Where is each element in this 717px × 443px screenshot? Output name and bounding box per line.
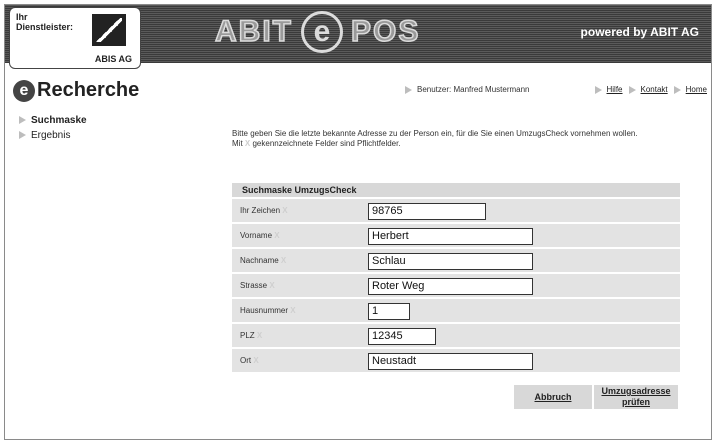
- required-icon: X: [253, 356, 259, 365]
- required-icon: X: [282, 206, 288, 215]
- form-row-ort: Ort X: [232, 349, 680, 372]
- arrow-icon: [628, 85, 636, 94]
- app-e-icon: e: [13, 79, 35, 102]
- arrow-icon: [594, 85, 602, 94]
- required-icon: X: [244, 139, 251, 148]
- powered-by: powered by ABIT AG: [580, 25, 699, 39]
- check-address-label-1: Umzugsadresse: [601, 386, 671, 396]
- form-actions: Abbruch Umzugsadresse prüfen: [514, 385, 678, 409]
- required-hint-pre: Mit: [232, 139, 243, 148]
- field-label-wrap: Nachname X: [232, 256, 362, 265]
- brand-left: ABIT: [214, 14, 293, 49]
- contact-link[interactable]: Kontakt: [641, 85, 668, 94]
- required-hint: Mit X gekennzeichnete Felder sind Pflich…: [232, 139, 692, 149]
- nachname-field[interactable]: [368, 252, 533, 270]
- sidebar-item-label: Ergebnis: [31, 130, 71, 141]
- form-row-nachname: Nachname X: [232, 249, 680, 272]
- required-icon: X: [269, 281, 275, 290]
- form-row-plz: PLZ X: [232, 324, 680, 347]
- check-address-label-2: prüfen: [622, 397, 650, 407]
- form-row-vorname: Vorname X: [232, 224, 680, 247]
- field-label-wrap: Strasse X: [232, 281, 362, 290]
- vorname-field[interactable]: [368, 227, 533, 245]
- user-info: Benutzer: Manfred Mustermann: [405, 85, 530, 94]
- home-link[interactable]: Home: [686, 85, 707, 94]
- hausnummer-field[interactable]: [368, 302, 410, 320]
- arrow-icon: [405, 85, 412, 94]
- ihr-zeichen-field[interactable]: [368, 202, 486, 220]
- field-wrap: [362, 226, 680, 245]
- page-frame: Ihr Dienstleister: ABIS AG ABIT e POS po…: [4, 4, 712, 440]
- top-links: Hilfe Kontakt Home: [594, 85, 707, 94]
- field-wrap: [362, 201, 680, 220]
- ort-field[interactable]: [368, 352, 533, 370]
- field-label-wrap: Vorname X: [232, 231, 362, 240]
- sidebar-item-suchmaske[interactable]: Suchmaske: [19, 115, 87, 126]
- required-icon: X: [280, 256, 287, 265]
- provider-label: Ihr Dienstleister:: [16, 12, 74, 32]
- form-title: Suchmaske UmzugsCheck: [232, 183, 680, 197]
- sidebar-item-ergebnis[interactable]: Ergebnis: [19, 130, 87, 141]
- check-address-button[interactable]: Umzugsadresse prüfen: [594, 385, 678, 409]
- search-form: Suchmaske UmzugsCheck Ihr Zeichen X Vorn…: [232, 183, 680, 372]
- page-title: e Recherche: [13, 79, 139, 102]
- help-link[interactable]: Hilfe: [607, 85, 623, 94]
- arrow-icon: [19, 131, 26, 140]
- field-label: Ihr Zeichen: [240, 206, 281, 215]
- field-label: Strasse: [240, 281, 268, 290]
- brand-logo: ABIT e POS: [214, 11, 421, 53]
- field-label-wrap: PLZ X: [232, 331, 362, 340]
- brand-right: POS: [350, 14, 421, 49]
- cancel-button[interactable]: Abbruch: [514, 385, 592, 409]
- required-icon: X: [256, 331, 263, 340]
- field-label: PLZ: [240, 331, 255, 340]
- field-wrap: [362, 251, 680, 270]
- sidebar-item-label: Suchmaske: [31, 115, 87, 126]
- strasse-field[interactable]: [368, 277, 533, 295]
- field-label-wrap: Ort X: [232, 356, 362, 365]
- field-wrap: [362, 301, 680, 320]
- user-name: Benutzer: Manfred Mustermann: [417, 85, 530, 94]
- field-label: Hausnummer: [240, 306, 289, 315]
- required-icon: X: [290, 306, 296, 315]
- form-row-ihr-zeichen: Ihr Zeichen X: [232, 199, 680, 222]
- sidebar-nav: Suchmaske Ergebnis: [19, 115, 87, 145]
- field-label-wrap: Ihr Zeichen X: [232, 206, 362, 215]
- field-wrap: [362, 351, 680, 370]
- field-label-wrap: Hausnummer X: [232, 306, 362, 315]
- arrow-icon: [673, 85, 681, 94]
- provider-name: ABIS AG: [94, 54, 132, 64]
- provider-logo: Ihr Dienstleister: ABIS AG: [9, 7, 141, 69]
- plz-field[interactable]: [368, 327, 436, 345]
- field-label: Vorname: [240, 231, 273, 240]
- field-wrap: [362, 326, 680, 345]
- form-row-strasse: Strasse X: [232, 274, 680, 297]
- intro-text: Bitte geben Sie die letzte bekannte Adre…: [232, 129, 692, 149]
- field-label: Nachname: [240, 256, 279, 265]
- arrow-icon: [19, 116, 26, 125]
- field-label: Ort: [240, 356, 252, 365]
- page-title-text: Recherche: [37, 79, 140, 101]
- required-icon: X: [274, 231, 280, 240]
- required-hint-post: gekennzeichnete Felder sind Pflichtfelde…: [252, 139, 401, 148]
- provider-logo-icon: [92, 14, 126, 46]
- header-banner: Ihr Dienstleister: ABIS AG ABIT e POS po…: [5, 5, 711, 69]
- brand-e-icon: e: [301, 11, 343, 53]
- intro-line: Bitte geben Sie die letzte bekannte Adre…: [232, 129, 638, 138]
- form-row-hausnummer: Hausnummer X: [232, 299, 680, 322]
- field-wrap: [362, 276, 680, 295]
